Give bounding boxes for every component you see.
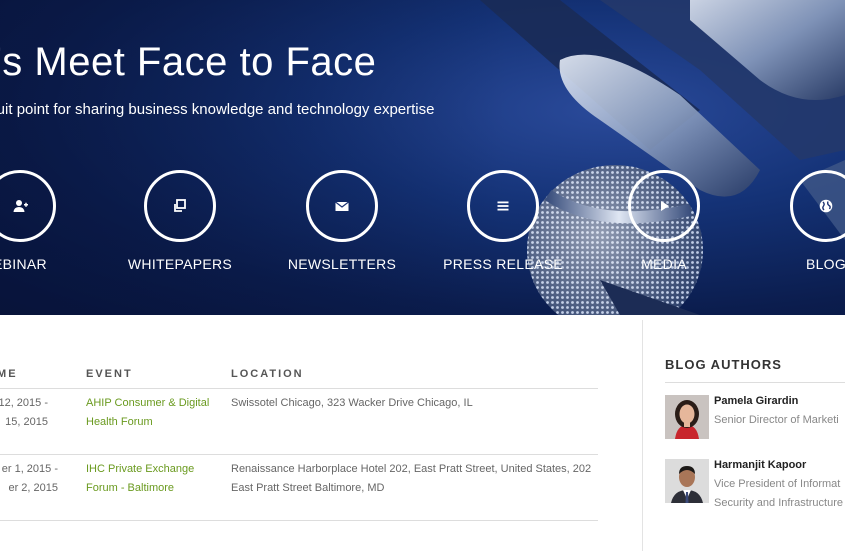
event-time-start: er 1, 2015 -	[1, 463, 58, 475]
blog-label[interactable]: BLOG	[756, 256, 845, 272]
newsletters-circle[interactable]	[306, 170, 378, 242]
table-row: 12, 2015 - 15, 2015 AHIP Consumer & Digi…	[0, 389, 598, 455]
event-time-end: er 2, 2015	[8, 482, 58, 494]
event-time: 12, 2015 - 15, 2015	[0, 394, 48, 432]
event-location: Swissotel Chicago, 323 Wacker Drive Chic…	[231, 397, 473, 409]
blog-authors-rule	[665, 382, 845, 383]
header-time: IME	[0, 368, 18, 380]
header-event: EVENT	[86, 368, 133, 380]
whitepapers-label[interactable]: WHITEPAPERS	[110, 256, 250, 272]
envelope-icon	[335, 201, 349, 211]
webinar-circle[interactable]	[0, 170, 56, 242]
category-media[interactable]: MEDIA	[594, 170, 734, 272]
event-time: er 1, 2015 - er 2, 2015	[0, 460, 58, 498]
event-link[interactable]: AHIP Consumer & Digital Health Forum	[86, 394, 226, 432]
hero-title: t’s Meet Face to Face	[0, 40, 377, 84]
events-table: IME EVENT LOCATION 12, 2015 - 15, 2015 A…	[0, 360, 598, 521]
category-webinar[interactable]: EBINAR	[0, 170, 90, 272]
media-label[interactable]: MEDIA	[594, 256, 734, 272]
author-role: Vice President of Informat Security and …	[714, 478, 844, 509]
add-user-icon	[13, 200, 28, 212]
hero-subtitle: nduit point for sharing business knowled…	[0, 101, 435, 118]
blog-authors-title: BLOG AUTHORS	[665, 357, 782, 372]
media-circle[interactable]	[628, 170, 700, 242]
author-name[interactable]: Pamela Girardin	[714, 395, 798, 407]
author-name[interactable]: Harmanjit Kapoor	[714, 459, 806, 471]
webinar-label[interactable]: EBINAR	[0, 256, 90, 272]
copy-icon	[174, 199, 186, 212]
blog-circle[interactable]	[790, 170, 845, 242]
event-time-end: 15, 2015	[5, 416, 48, 428]
sidebar-divider	[642, 320, 643, 551]
press-release-circle[interactable]	[467, 170, 539, 242]
whitepapers-circle[interactable]	[144, 170, 216, 242]
event-location: Renaissance Harborplace Hotel 202, East …	[231, 463, 592, 494]
author-role: Senior Director of Marketi	[714, 414, 839, 426]
list-icon	[497, 201, 509, 211]
hero-banner: t’s Meet Face to Face nduit point for sh…	[0, 0, 845, 315]
press-release-label[interactable]: PRESS RELEASE	[433, 256, 573, 272]
category-press-release[interactable]: PRESS RELEASE	[433, 170, 573, 272]
category-whitepapers[interactable]: WHITEPAPERS	[110, 170, 250, 272]
category-newsletters[interactable]: NEWSLETTERS	[272, 170, 412, 272]
header-location: LOCATION	[231, 368, 304, 380]
event-link[interactable]: IHC Private Exchange Forum - Baltimore	[86, 460, 226, 498]
globe-icon	[819, 199, 833, 213]
event-time-start: 12, 2015 -	[0, 397, 48, 409]
blog-authors-panel: BLOG AUTHORS Pamela Girardin Senior Dire…	[665, 357, 845, 509]
table-row: er 1, 2015 - er 2, 2015 IHC Private Exch…	[0, 455, 598, 521]
category-blog[interactable]: BLOG	[756, 170, 845, 272]
avatar[interactable]	[665, 459, 709, 503]
table-header: IME EVENT LOCATION	[0, 360, 598, 389]
avatar[interactable]	[665, 395, 709, 439]
play-icon	[661, 201, 669, 211]
newsletters-label[interactable]: NEWSLETTERS	[272, 256, 412, 272]
